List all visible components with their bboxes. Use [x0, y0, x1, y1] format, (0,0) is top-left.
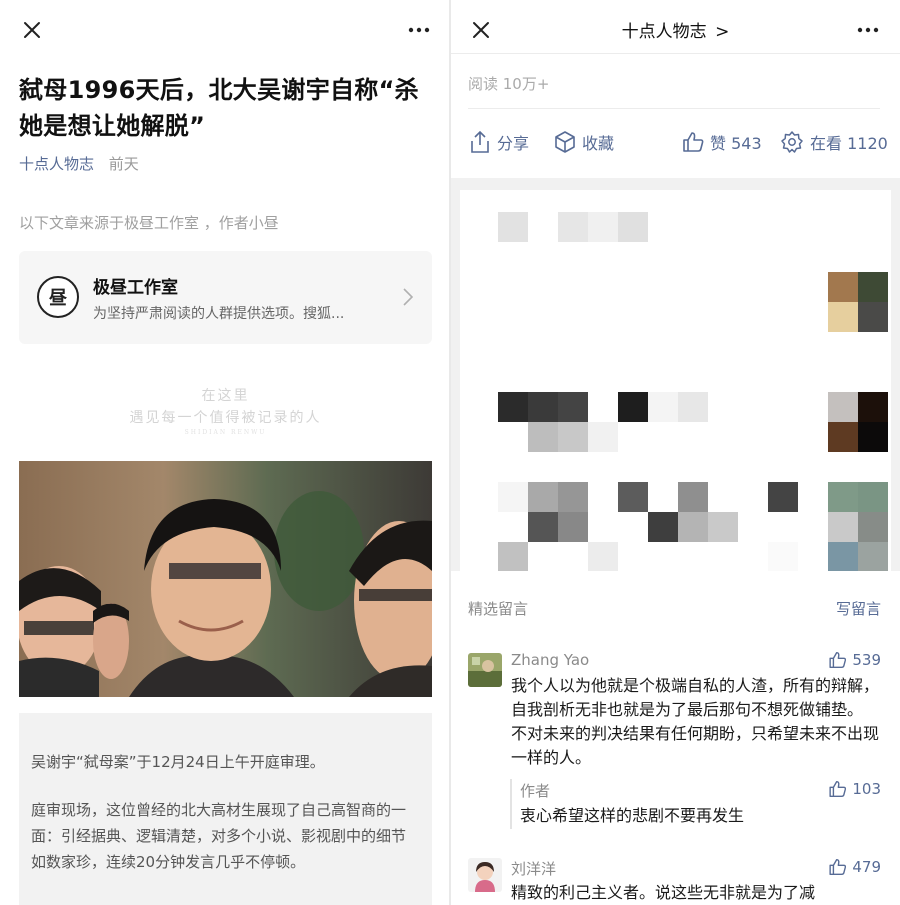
comment-like-button[interactable]: 539 [828, 651, 881, 669]
looking-icon [781, 131, 803, 153]
close-icon[interactable] [18, 16, 46, 44]
reply-author: 作者 [520, 782, 551, 800]
top-bar: 十点人物志 > [451, 0, 900, 54]
source-account-name: 极昼工作室 [93, 278, 178, 298]
favorite-button[interactable]: 收藏 [554, 130, 614, 154]
comment-author: Zhang Yao [511, 651, 590, 669]
column-banner: 在这里 遇见每一个值得被记录的人 SHIDIAN RENWU [129, 388, 322, 436]
more-icon[interactable] [405, 16, 433, 44]
chevron-right-icon [403, 288, 414, 306]
comment-like-button[interactable]: 479 [828, 858, 881, 876]
article-title: 弑母1996天后，北大吴谢宇自称“杀她是想让她解脱” [19, 76, 419, 140]
source-account-desc: 为坚持严肃阅读的人群提供选项。搜狐... [93, 306, 345, 322]
article-photo [19, 461, 432, 697]
comment-text: 我个人以为他就是个极端自私的人渣，所有的辩解，自我剖析无非也就是为了最后那句不想… [511, 676, 880, 767]
read-count: 阅读 10万+ [468, 75, 550, 93]
thumb-up-icon [829, 858, 847, 876]
write-comment-link[interactable]: 写留言 [836, 598, 881, 619]
source-note: 以下文章来源于极昼工作室 ，作者小昼 [19, 214, 279, 232]
more-icon[interactable] [854, 16, 882, 44]
pixelated-qr-card [460, 190, 891, 571]
reply-text: 衷心希望这样的悲剧不要再发生 [520, 806, 745, 825]
chevron-right-icon: > [715, 22, 730, 42]
share-icon [471, 130, 489, 153]
article-view-panel: 弑母1996天后，北大吴谢宇自称“杀她是想让她解脱” 十点人物志 前天 以下文章… [0, 0, 450, 905]
header-account-link[interactable]: 十点人物志 > [451, 17, 900, 42]
account-link[interactable]: 十点人物志 [19, 155, 94, 173]
like-button[interactable]: 赞 543 [682, 130, 762, 154]
article-body: 吴谢宇“弑母案”于12月24日上午开庭审理。 庭审现场，这位曾经的北大高材生展现… [19, 713, 432, 905]
looking-button[interactable]: 在看 1120 [780, 130, 888, 154]
divider [468, 108, 880, 109]
avatar[interactable] [468, 858, 502, 892]
favorite-icon [555, 131, 575, 153]
publish-time: 前天 [108, 155, 139, 173]
reply-indicator [510, 779, 512, 829]
paragraph: 吴谢宇“弑母案”于12月24日上午开庭审理。 [31, 753, 325, 771]
paragraph: 庭审现场，这位曾经的北大高材生展现了自己高智商的一面：引经据典、逻辑清楚，对多个… [31, 801, 407, 871]
thumb-up-icon [829, 651, 847, 669]
account-logo: 昼 [37, 276, 79, 318]
article-meta: 十点人物志 前天 [19, 153, 139, 174]
share-button[interactable]: 分享 [469, 130, 529, 154]
comment-text: 精致的利己主义者。说这些无非就是为了减 [511, 883, 816, 902]
thumb-up-icon [829, 780, 847, 798]
article-footer-panel: 十点人物志 > 阅读 10万+ 分享 收藏 赞 543 在看 1120 精选留言… [451, 0, 900, 905]
qr-code-area [451, 178, 900, 571]
comment-author: 刘洋洋 [511, 860, 557, 878]
thumb-up-icon [683, 132, 704, 152]
reply-like-button[interactable]: 103 [828, 780, 881, 798]
source-account-card[interactable]: 昼 极昼工作室 为坚持严肃阅读的人群提供选项。搜狐... [19, 251, 432, 344]
featured-comments-label: 精选留言 [468, 600, 529, 618]
avatar[interactable] [468, 653, 502, 687]
